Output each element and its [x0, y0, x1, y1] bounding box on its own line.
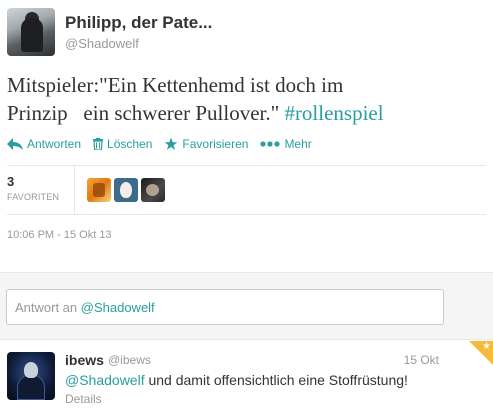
- reply-arrow-icon: [7, 138, 23, 150]
- reply-placeholder: Antwort an: [15, 300, 81, 315]
- favorites-label[interactable]: FAVORITEN: [7, 192, 59, 202]
- favoriter-avatar[interactable]: [87, 178, 111, 202]
- tweet-actions: Antworten Löschen Favorisieren Mehr: [7, 137, 324, 151]
- favoriter-avatars: [87, 178, 165, 202]
- favorite-button[interactable]: Favorisieren: [164, 137, 248, 151]
- author-avatar[interactable]: [7, 8, 55, 56]
- reply-author-handle[interactable]: @ibews: [108, 353, 151, 367]
- star-icon: [164, 137, 178, 150]
- star-icon: ★: [482, 341, 491, 352]
- more-dots-icon: [260, 141, 281, 147]
- reply-text-body: und damit offensichtlich eine Stoffrüstu…: [144, 372, 408, 388]
- reply-button[interactable]: Antworten: [7, 137, 81, 151]
- reply-text-mention[interactable]: @Shadowelf: [65, 372, 145, 388]
- divider: [7, 214, 486, 215]
- favorites-count[interactable]: 3: [7, 174, 14, 189]
- details-link[interactable]: Details: [65, 392, 102, 406]
- more-label: Mehr: [284, 137, 312, 151]
- reply-tweet[interactable]: ibews @ibews 15 Okt @Shadowelf und damit…: [0, 341, 493, 417]
- favoriter-avatar[interactable]: [114, 178, 138, 202]
- tweet-text: Mitspieler:"Ein Kettenhemd ist doch im P…: [7, 71, 477, 127]
- more-button[interactable]: Mehr: [260, 137, 312, 151]
- stats-separator: [74, 166, 75, 214]
- reply-label: Antworten: [27, 137, 82, 151]
- reply-area: Antwort an @Shadowelf: [0, 272, 493, 340]
- reply-author-name[interactable]: ibews: [65, 352, 104, 368]
- reply-author-avatar[interactable]: [7, 352, 55, 400]
- delete-button[interactable]: Löschen: [93, 137, 152, 151]
- favoriter-avatar[interactable]: [141, 178, 165, 202]
- favorite-label: Favorisieren: [182, 137, 249, 151]
- trash-icon: [93, 138, 104, 150]
- author-screen-name[interactable]: @Shadowelf: [65, 36, 139, 51]
- author-fullname[interactable]: Philipp, der Pate...: [65, 13, 212, 33]
- reply-text: @Shadowelf und damit offensichtlich eine…: [65, 372, 408, 388]
- hashtag-link[interactable]: #rollenspiel: [284, 101, 383, 125]
- reply-input[interactable]: Antwort an @Shadowelf: [6, 289, 444, 325]
- reply-mention: @Shadowelf: [80, 300, 155, 315]
- tweet-stats: 3 FAVORITEN: [7, 166, 486, 214]
- tweet-timestamp[interactable]: 10:06 PM - 15 Okt 13: [7, 229, 112, 241]
- reply-date[interactable]: 15 Okt: [404, 353, 439, 367]
- delete-label: Löschen: [107, 137, 153, 151]
